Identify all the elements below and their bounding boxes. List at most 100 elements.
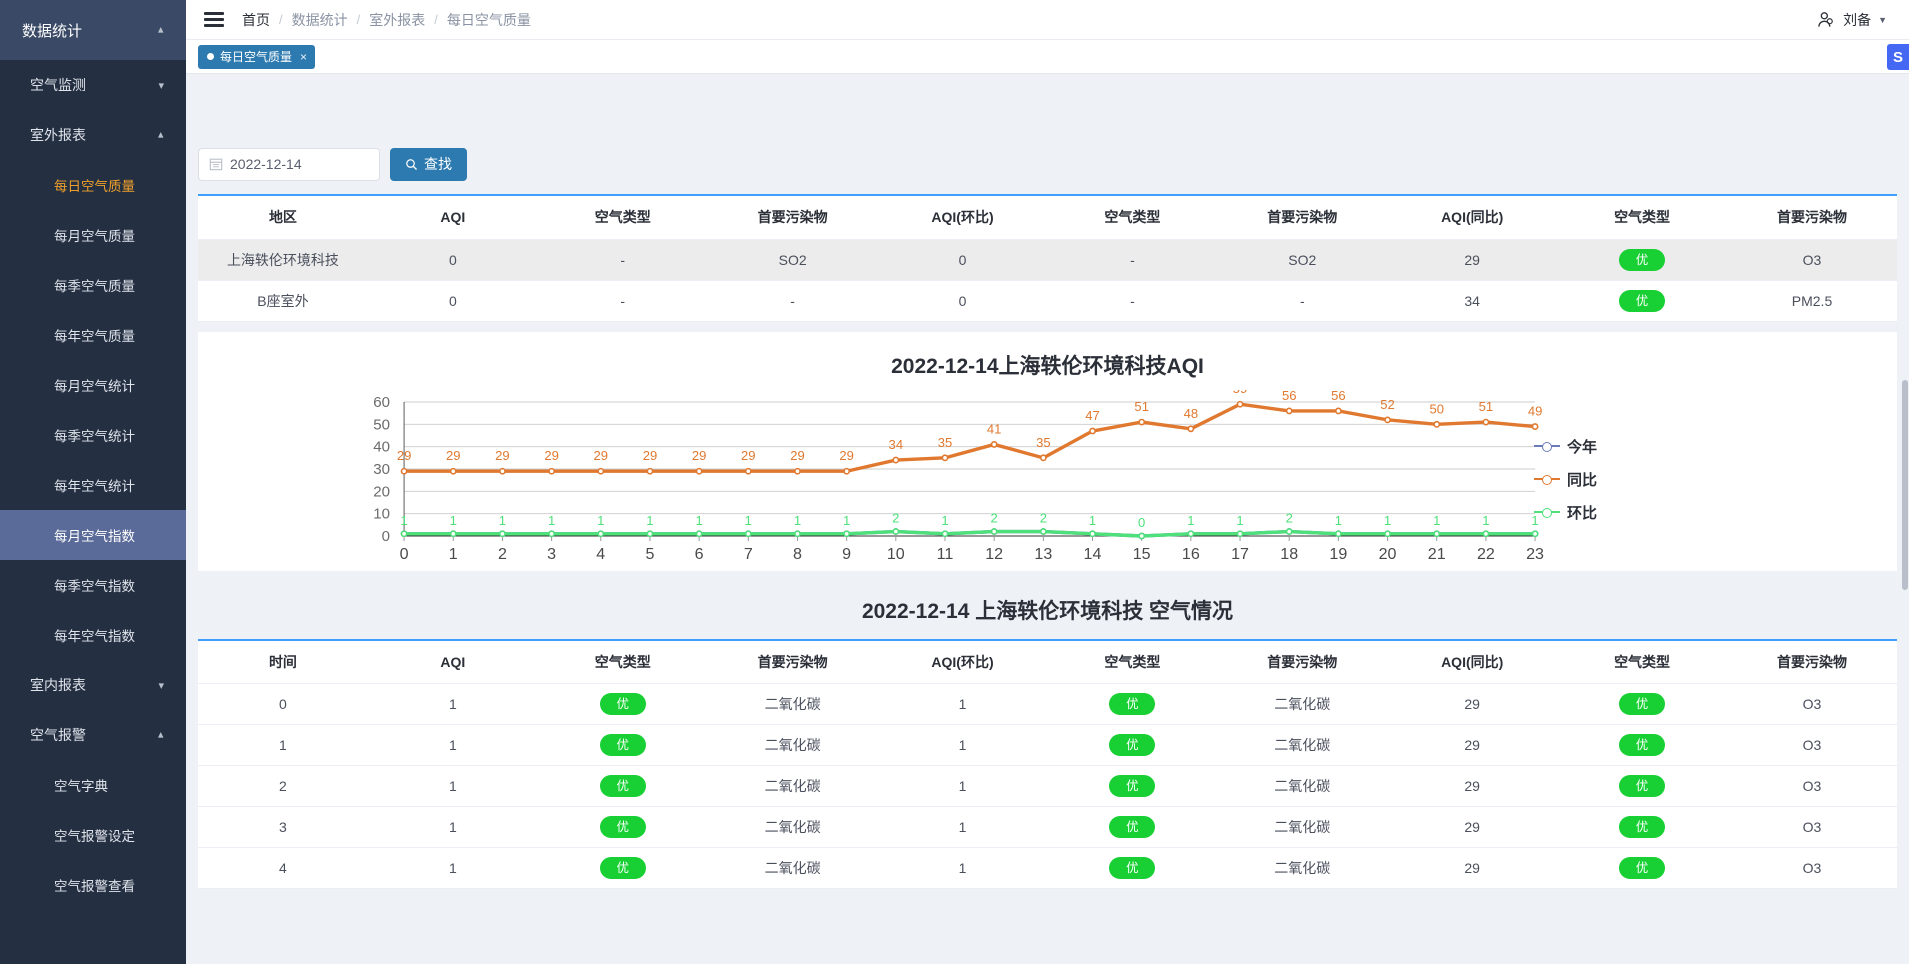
- cell-poll3: O3: [1727, 683, 1897, 725]
- table-row[interactable]: 上海轶伦环境科技 0 - SO2 0 - SO2 29 优 O3: [198, 239, 1897, 281]
- cell-type2: 优: [1047, 806, 1218, 848]
- sidebar-group-label: 空气监测: [30, 77, 86, 93]
- col-首要污染物-1: 首要污染物: [707, 194, 878, 240]
- table-row[interactable]: 2 1 优二氧化碳 1 优二氧化碳 29 优 O3: [198, 765, 1897, 807]
- col-AQI同比: AQI(同比): [1387, 194, 1558, 240]
- cell-type1: 优: [537, 765, 708, 807]
- svg-text:1: 1: [646, 512, 653, 527]
- svg-text:29: 29: [594, 448, 609, 463]
- breadcrumb-item-home[interactable]: 首页: [242, 10, 270, 30]
- sidebar-root-数据统计[interactable]: 数据统计 ▾: [0, 0, 186, 60]
- status-badge: 优: [1619, 775, 1666, 797]
- sidebar-group-空气监测[interactable]: 空气监测 ▾: [0, 60, 186, 110]
- cell-poll2: SO2: [1217, 239, 1388, 281]
- col-AQI同比: AQI(同比): [1387, 638, 1558, 684]
- sidebar-item-每季空气指数[interactable]: 每季空气指数: [0, 560, 186, 610]
- page-scrollbar[interactable]: [1901, 40, 1909, 964]
- svg-text:19: 19: [1329, 545, 1347, 563]
- date-input[interactable]: 2022-12-14: [198, 147, 380, 181]
- status-badge: 优: [599, 816, 646, 838]
- chevron-up-icon: ▾: [158, 128, 164, 141]
- search-button[interactable]: 查找: [390, 147, 467, 181]
- tab-每日空气质量[interactable]: 每日空气质量 ×: [198, 44, 316, 69]
- cell-type3: 优: [1557, 280, 1728, 322]
- table-header-row: 时间 AQI 空气类型 首要污染物 AQI(环比) 空气类型 首要污染物 AQI…: [198, 638, 1897, 684]
- svg-text:18: 18: [1280, 545, 1298, 563]
- sidebar-item-每月空气统计[interactable]: 每月空气统计: [0, 360, 186, 410]
- table-row[interactable]: B座室外 0 - - 0 - - 34 优 PM2.5: [198, 280, 1897, 322]
- status-badge: 优: [1109, 693, 1156, 715]
- cell-type2: 优: [1047, 847, 1218, 889]
- legend-item-同比[interactable]: 同比: [1533, 469, 1597, 490]
- svg-text:49: 49: [1528, 403, 1543, 418]
- cell-aqi: 0: [367, 280, 538, 322]
- sidebar-item-空气报警查看[interactable]: 空气报警查看: [0, 860, 186, 910]
- sidebar-item-每年空气指数[interactable]: 每年空气指数: [0, 610, 186, 660]
- svg-text:51: 51: [1479, 399, 1494, 414]
- cell-poll3: O3: [1727, 765, 1897, 807]
- table-row[interactable]: 1 1 优二氧化碳 1 优二氧化碳 29 优 O3: [198, 724, 1897, 766]
- cell-type3: 优: [1557, 724, 1728, 766]
- s-logo-icon[interactable]: S: [1887, 44, 1909, 70]
- user-menu[interactable]: 刘备 ▼: [1816, 0, 1887, 40]
- summary-table: 地区 AQI 空气类型 首要污染物 AQI(环比) 空气类型 首要污染物 AQI…: [198, 194, 1897, 322]
- legend-label: 同比: [1566, 471, 1597, 489]
- table-row[interactable]: 3 1 优二氧化碳 1 优二氧化碳 29 优 O3: [198, 806, 1897, 848]
- cell-poll1: 二氧化碳: [707, 765, 878, 807]
- svg-text:12: 12: [985, 545, 1003, 563]
- chevron-up-icon: ▾: [158, 23, 164, 36]
- sidebar-item-每日空气质量[interactable]: 每日空气质量: [0, 160, 186, 210]
- scrollbar-thumb[interactable]: [1902, 380, 1908, 590]
- breadcrumb-item-stats[interactable]: 数据统计: [292, 10, 348, 30]
- sidebar-item-每季空气统计[interactable]: 每季空气统计: [0, 410, 186, 460]
- sidebar-group-室内报表[interactable]: 室内报表 ▾: [0, 660, 186, 710]
- status-badge: 优: [599, 693, 646, 715]
- breadcrumb-separator: /: [279, 12, 283, 27]
- svg-text:50: 50: [373, 416, 390, 433]
- svg-text:1: 1: [597, 512, 604, 527]
- sidebar-item-每季空气质量[interactable]: 每季空气质量: [0, 260, 186, 310]
- sidebar-group-空气报警[interactable]: 空气报警 ▾: [0, 710, 186, 760]
- tab-bar: 每日空气质量 ×: [186, 40, 1909, 74]
- svg-text:14: 14: [1084, 545, 1102, 563]
- cell-time: 2: [198, 765, 368, 807]
- sidebar-item-每年空气质量[interactable]: 每年空气质量: [0, 310, 186, 360]
- col-空气类型-1: 空气类型: [537, 638, 708, 684]
- sidebar-item-空气字典[interactable]: 空气字典: [0, 760, 186, 810]
- table-row[interactable]: 4 1 优二氧化碳 1 优二氧化碳 29 优 O3: [198, 847, 1897, 889]
- sidebar-item-每月空气指数[interactable]: 每月空气指数: [0, 510, 186, 560]
- status-badge: 优: [1109, 734, 1156, 756]
- svg-text:1: 1: [843, 512, 850, 527]
- aqi-line-chart[interactable]: 01020304050600 1 2 3 4 5 6 7 8 9 10 11 12 13 14 15 16 17 1…: [198, 381, 1897, 565]
- cell-poll3: O3: [1727, 847, 1897, 889]
- svg-text:21: 21: [1428, 545, 1446, 563]
- legend-item-今年[interactable]: 今年: [1533, 436, 1597, 457]
- close-icon[interactable]: ×: [300, 50, 307, 64]
- sidebar-item-每月空气质量[interactable]: 每月空气质量: [0, 210, 186, 260]
- chart-legend: 今年 同比 环比: [1533, 436, 1597, 523]
- cell-type3: 优: [1557, 847, 1728, 889]
- col-空气类型-3: 空气类型: [1557, 638, 1728, 684]
- cell-time: 0: [198, 683, 368, 725]
- sidebar-group-室外报表[interactable]: 室外报表 ▾: [0, 110, 186, 160]
- cell-aqi-hb: 1: [877, 806, 1048, 848]
- cell-aqi-tb: 29: [1387, 806, 1558, 848]
- legend-item-环比[interactable]: 环比: [1533, 502, 1597, 523]
- breadcrumb-item-daily[interactable]: 每日空气质量: [447, 10, 531, 30]
- breadcrumb-item-outdoor[interactable]: 室外报表: [369, 10, 425, 30]
- hamburger-icon[interactable]: [204, 9, 224, 31]
- sidebar-group-label: 室内报表: [30, 677, 86, 693]
- col-AQI: AQI: [367, 638, 538, 684]
- table-row[interactable]: 0 1 优二氧化碳 1 优二氧化碳 29 优 O3: [198, 683, 1897, 725]
- col-AQI环比: AQI(环比): [877, 194, 1048, 240]
- sidebar: 数据统计 ▾ 空气监测 ▾ 室外报表 ▾ 每日空气质量 每月空气质量 每季空气质…: [0, 0, 186, 964]
- sidebar-group-label: 室外报表: [30, 127, 86, 143]
- svg-text:51: 51: [1134, 399, 1149, 414]
- sidebar-item-每年空气统计[interactable]: 每年空气统计: [0, 460, 186, 510]
- sidebar-item-空气报警设定[interactable]: 空气报警设定: [0, 810, 186, 860]
- svg-text:35: 35: [1036, 434, 1051, 449]
- svg-text:48: 48: [1184, 405, 1199, 420]
- svg-text:20: 20: [373, 483, 390, 500]
- breadcrumb-separator: /: [434, 12, 438, 27]
- col-首要污染物-3: 首要污染物: [1727, 638, 1897, 684]
